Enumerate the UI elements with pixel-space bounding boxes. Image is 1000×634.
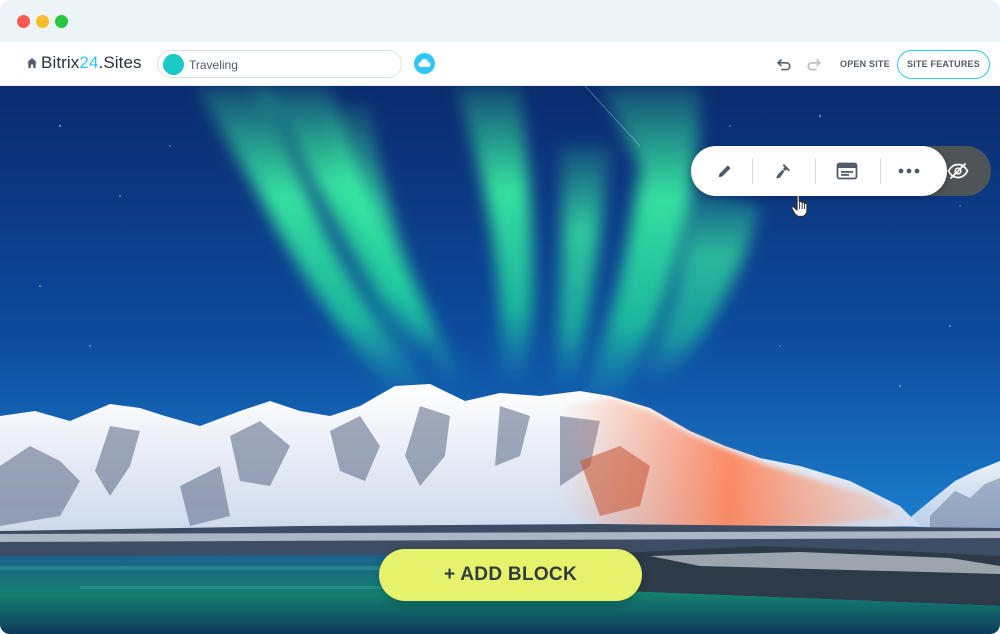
site-features-button[interactable]: SITE FEATURES xyxy=(897,50,990,79)
site-name: Traveling xyxy=(189,58,238,72)
eye-hidden-icon xyxy=(947,163,969,179)
home-icon[interactable] xyxy=(26,57,38,69)
brand-logo[interactable]: Bitrix24.Sites xyxy=(41,53,142,73)
maximize-window-button[interactable] xyxy=(55,15,68,28)
block-toolbar-panel xyxy=(691,146,947,196)
browser-window: Bitrix24.Sites Traveling OPEN SITE SITE … xyxy=(0,0,1000,634)
title-bar xyxy=(0,0,1000,42)
toolbar-separator xyxy=(815,158,816,184)
brand-suffix: .Sites xyxy=(98,53,142,72)
undo-icon[interactable] xyxy=(776,57,792,71)
more-actions-button[interactable] xyxy=(881,146,937,196)
block-settings-button[interactable] xyxy=(819,146,875,196)
minimize-window-button[interactable] xyxy=(36,15,49,28)
pencil-icon xyxy=(719,165,731,177)
site-avatar xyxy=(163,54,184,75)
block-toolbar xyxy=(691,146,991,196)
design-block-button[interactable] xyxy=(755,146,811,196)
brand-number: 24 xyxy=(79,53,99,72)
cloud-icon[interactable] xyxy=(414,53,435,74)
more-dots-icon xyxy=(898,168,920,174)
close-window-button[interactable] xyxy=(17,15,30,28)
toolbar-separator xyxy=(752,158,753,184)
brush-icon xyxy=(776,164,790,179)
editor-top-bar: Bitrix24.Sites Traveling OPEN SITE SITE … xyxy=(0,42,1000,86)
redo-icon[interactable] xyxy=(806,57,822,71)
edit-block-button[interactable] xyxy=(697,146,753,196)
browser-window-icon xyxy=(836,162,858,180)
brand-prefix: Bitrix xyxy=(41,53,80,72)
open-site-link[interactable]: OPEN SITE xyxy=(840,59,890,69)
add-block-button[interactable]: + ADD BLOCK xyxy=(379,549,642,601)
site-selector[interactable]: Traveling xyxy=(157,50,402,78)
